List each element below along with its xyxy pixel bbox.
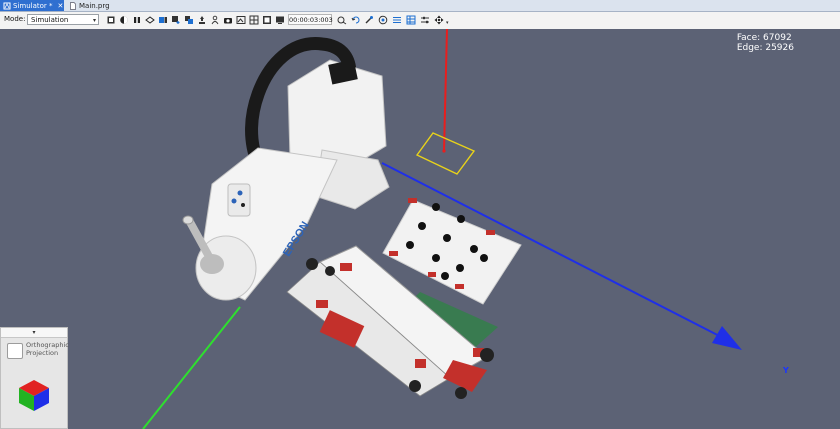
y-axis-label: Y [783,366,789,375]
pause-icon[interactable] [132,15,142,25]
tab-simulator[interactable]: Simulator * ✕ [0,0,64,11]
tab-simulator-label: Simulator * [13,1,53,10]
target-icon[interactable] [378,15,388,25]
target-outline [415,132,476,175]
x-axis-arrowhead [712,326,742,350]
render-stats: Face: 67092 Edge: 25926 [737,33,794,53]
3d-viewport[interactable]: EPSON Face: 67092 Edge: 25926 Y ▾ Orthog… [0,29,840,429]
mode-label: Mode: [4,15,26,23]
document-icon [70,1,76,10]
plane-icon[interactable] [145,15,155,25]
window-view-icon[interactable] [262,15,272,25]
tab-main-prg-label: Main.prg [79,1,110,10]
dpad-icon[interactable] [434,15,444,25]
orthographic-label-line2: Projection [26,349,59,357]
tool-icon[interactable] [364,15,374,25]
face-count: Face: 67092 [736,33,792,43]
person-icon[interactable] [210,15,220,25]
more-tools-chevron-icon[interactable]: ▾ [446,20,449,26]
mode-dropdown[interactable]: Simulation ▾ [27,14,99,25]
move-icon[interactable] [197,15,207,25]
list-view-icon[interactable] [392,15,402,25]
tab-main-prg[interactable]: Main.prg [66,0,126,11]
add-object-icon[interactable] [171,15,181,25]
reset-view-icon[interactable] [106,15,116,25]
orthographic-label: Orthographic Projection [26,341,69,357]
z-axis-line [443,29,448,152]
chevron-down-icon: ▾ [92,17,96,24]
simulator-toolbar: Mode: Simulation ▾ 00:00:03:003 ▾ [0,12,840,30]
layout-icon[interactable] [158,15,168,25]
document-tab-bar: Simulator * ✕ Main.prg [0,0,840,12]
sliders-icon[interactable] [420,15,430,25]
frame-icon[interactable] [236,15,246,25]
orientation-cube-icon[interactable] [17,378,51,412]
y-axis-line [142,306,241,429]
monitor-icon[interactable] [275,15,285,25]
simulation-timer: 00:00:03:003 [288,14,333,25]
sphere-icon[interactable] [119,15,129,25]
scene-canvas: EPSON [142,29,742,429]
copy-object-icon[interactable] [184,15,194,25]
table-view-icon[interactable] [406,15,416,25]
projection-panel: ▾ Orthographic Projection [0,327,69,429]
edge-count: Edge: 25926 [736,43,794,53]
close-icon[interactable]: ✕ [58,2,64,10]
simulator-icon [3,2,11,9]
orthographic-label-line1: Orthographic [26,341,69,349]
grid-view-icon[interactable] [249,15,259,25]
robot-control-buttons [227,183,251,217]
panel-collapse-toggle[interactable]: ▾ [1,328,67,338]
orthographic-checkbox[interactable] [7,343,23,359]
mode-dropdown-value: Simulation [31,16,69,24]
collision-icon[interactable] [337,15,347,25]
target-point [442,149,446,153]
rotate-icon[interactable] [351,15,361,25]
camera-icon[interactable] [223,15,233,25]
